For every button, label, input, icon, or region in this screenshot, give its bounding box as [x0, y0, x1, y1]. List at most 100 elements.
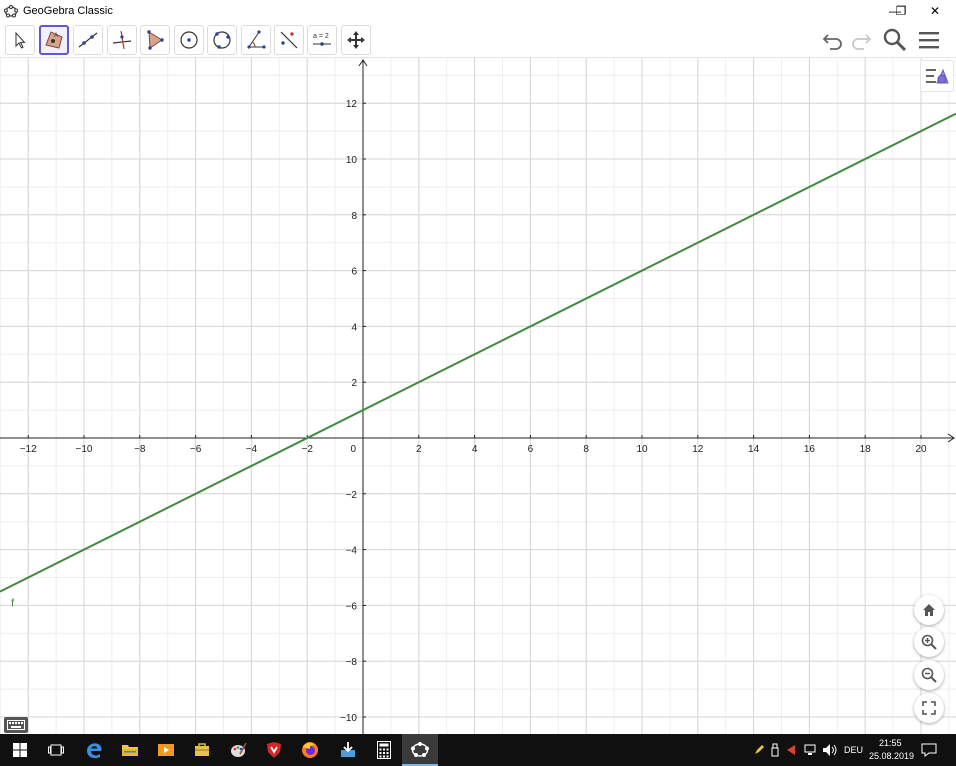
x-tick-label: 6	[528, 444, 534, 455]
windows-taskbar: DEU 21:55 25.08.2019	[0, 734, 956, 766]
function-f-label[interactable]: f	[11, 598, 15, 610]
x-tick-label: 14	[748, 444, 760, 455]
y-tick-label: 8	[351, 211, 357, 222]
undo-icon	[822, 34, 842, 50]
tray-usb-icon[interactable]	[770, 743, 780, 757]
tray-language[interactable]: DEU	[844, 745, 863, 755]
y-tick-label: −8	[346, 657, 358, 668]
restore-button[interactable]: ❐	[884, 0, 918, 22]
style-bar-icon	[926, 68, 949, 84]
edge-browser-icon	[87, 743, 102, 759]
x-tick-label: −8	[134, 444, 146, 455]
search-icon	[883, 28, 907, 52]
zoom-in-button[interactable]	[914, 627, 944, 657]
y-tick-label: −4	[346, 546, 358, 557]
home-icon	[923, 604, 935, 616]
perpendicular-icon	[112, 30, 132, 50]
taskbar-security-app[interactable]	[256, 734, 292, 766]
video-player-icon	[158, 744, 174, 756]
perpendicular-line-tool[interactable]	[107, 25, 137, 55]
x-tick-label: 12	[692, 444, 704, 455]
line-through-points-icon	[78, 32, 98, 48]
virtual-keyboard-button[interactable]	[4, 717, 28, 733]
y-tick-label: −10	[340, 713, 357, 724]
notification-icon[interactable]	[921, 743, 937, 757]
reflect-tool[interactable]	[274, 25, 304, 55]
briefcase-icon	[195, 743, 209, 756]
search-button[interactable]	[880, 25, 910, 55]
taskbar-paint-app[interactable]	[220, 734, 256, 766]
firefox-icon	[302, 742, 318, 758]
windows-logo-icon	[13, 743, 27, 757]
download-box-icon	[341, 742, 355, 757]
tray-time[interactable]: 21:55	[879, 738, 902, 748]
angle-tool[interactable]	[241, 25, 271, 55]
task-view-button[interactable]	[38, 734, 74, 766]
polygon-icon	[147, 30, 164, 50]
taskbar-file-explorer[interactable]	[112, 734, 148, 766]
circle-three-points-tool[interactable]	[207, 25, 237, 55]
slider-tool[interactable]: a = 2	[307, 25, 337, 55]
close-button[interactable]: ✕	[918, 0, 952, 22]
fullscreen-button[interactable]	[914, 693, 944, 723]
calculator-icon	[377, 741, 391, 759]
circle-center-icon	[180, 31, 198, 49]
style-bar-toggle-button[interactable]	[920, 60, 954, 92]
slider-label: a = 2	[313, 33, 329, 40]
start-button[interactable]	[2, 734, 38, 766]
tray-flag-icon[interactable]	[786, 744, 796, 756]
x-tick-label: −6	[190, 444, 202, 455]
standard-view-button[interactable]	[914, 595, 944, 625]
tray-pen-icon[interactable]	[753, 744, 765, 756]
zoom-out-button[interactable]	[914, 660, 944, 690]
circle-center-point-tool[interactable]	[174, 25, 204, 55]
coordinate-grid[interactable]: −12 −10 −8 −6 −4 −2 0 2 4 6 8 10 12 14 16 18 20 12 10 8 6 4 2 −…	[0, 58, 956, 734]
taskbar-edge[interactable]	[76, 734, 112, 766]
x-tick-label: 8	[583, 444, 589, 455]
y-tick-label: 10	[346, 155, 358, 166]
tray-date[interactable]: 25.08.2019	[869, 751, 914, 761]
taskbar-geogebra[interactable]	[402, 734, 438, 766]
taskbar-install-app[interactable]	[330, 734, 366, 766]
line-tool[interactable]	[73, 25, 103, 55]
folder-icon	[122, 745, 138, 756]
taskbar-briefcase-app[interactable]	[184, 734, 220, 766]
x-tick-label: −12	[20, 444, 37, 455]
window-title: GeoGebra Classic	[23, 5, 113, 17]
shield-icon	[267, 742, 281, 758]
reflect-line-icon	[280, 31, 298, 49]
point-in-polygon-icon: A	[45, 31, 63, 49]
geogebra-icon	[411, 742, 429, 757]
taskbar-calculator[interactable]	[366, 734, 402, 766]
y-tick-label: −2	[346, 490, 358, 501]
undo-button[interactable]	[818, 25, 848, 55]
slider-icon: a = 2	[313, 33, 331, 46]
x-tick-label: −2	[301, 444, 313, 455]
move-tool[interactable]	[5, 25, 35, 55]
taskbar-firefox[interactable]	[292, 734, 328, 766]
x-tick-label: 10	[636, 444, 648, 455]
redo-button[interactable]	[846, 25, 876, 55]
x-tick-label: 20	[915, 444, 927, 455]
main-menu-button[interactable]	[914, 25, 944, 55]
circle-three-points-icon	[213, 31, 231, 49]
graphics-view[interactable]: −12 −10 −8 −6 −4 −2 0 2 4 6 8 10 12 14 16 18 20 12 10 8 6 4 2 −…	[0, 58, 956, 734]
taskbar-media-app[interactable]	[148, 734, 184, 766]
redo-icon	[852, 34, 872, 50]
menu-icon	[919, 32, 939, 49]
function-f-line[interactable]	[0, 112, 956, 593]
x-tick-label: 4	[472, 444, 478, 455]
angle-icon	[247, 30, 266, 49]
y-tick-label: 6	[351, 267, 357, 278]
point-tool[interactable]: A	[39, 25, 69, 55]
y-tick-label: 2	[351, 378, 357, 389]
move-graphics-view-tool[interactable]	[341, 25, 371, 55]
zoom-in-icon	[921, 634, 937, 650]
move-arrows-icon	[347, 31, 365, 49]
tray-network-icon[interactable]	[804, 743, 818, 757]
title-bar: GeoGebra Classic — ❐ ✕	[0, 0, 956, 22]
polygon-tool[interactable]	[140, 25, 170, 55]
tray-volume-icon[interactable]	[822, 743, 838, 757]
geogebra-app-icon	[4, 5, 18, 18]
x-tick-label: −10	[76, 444, 93, 455]
